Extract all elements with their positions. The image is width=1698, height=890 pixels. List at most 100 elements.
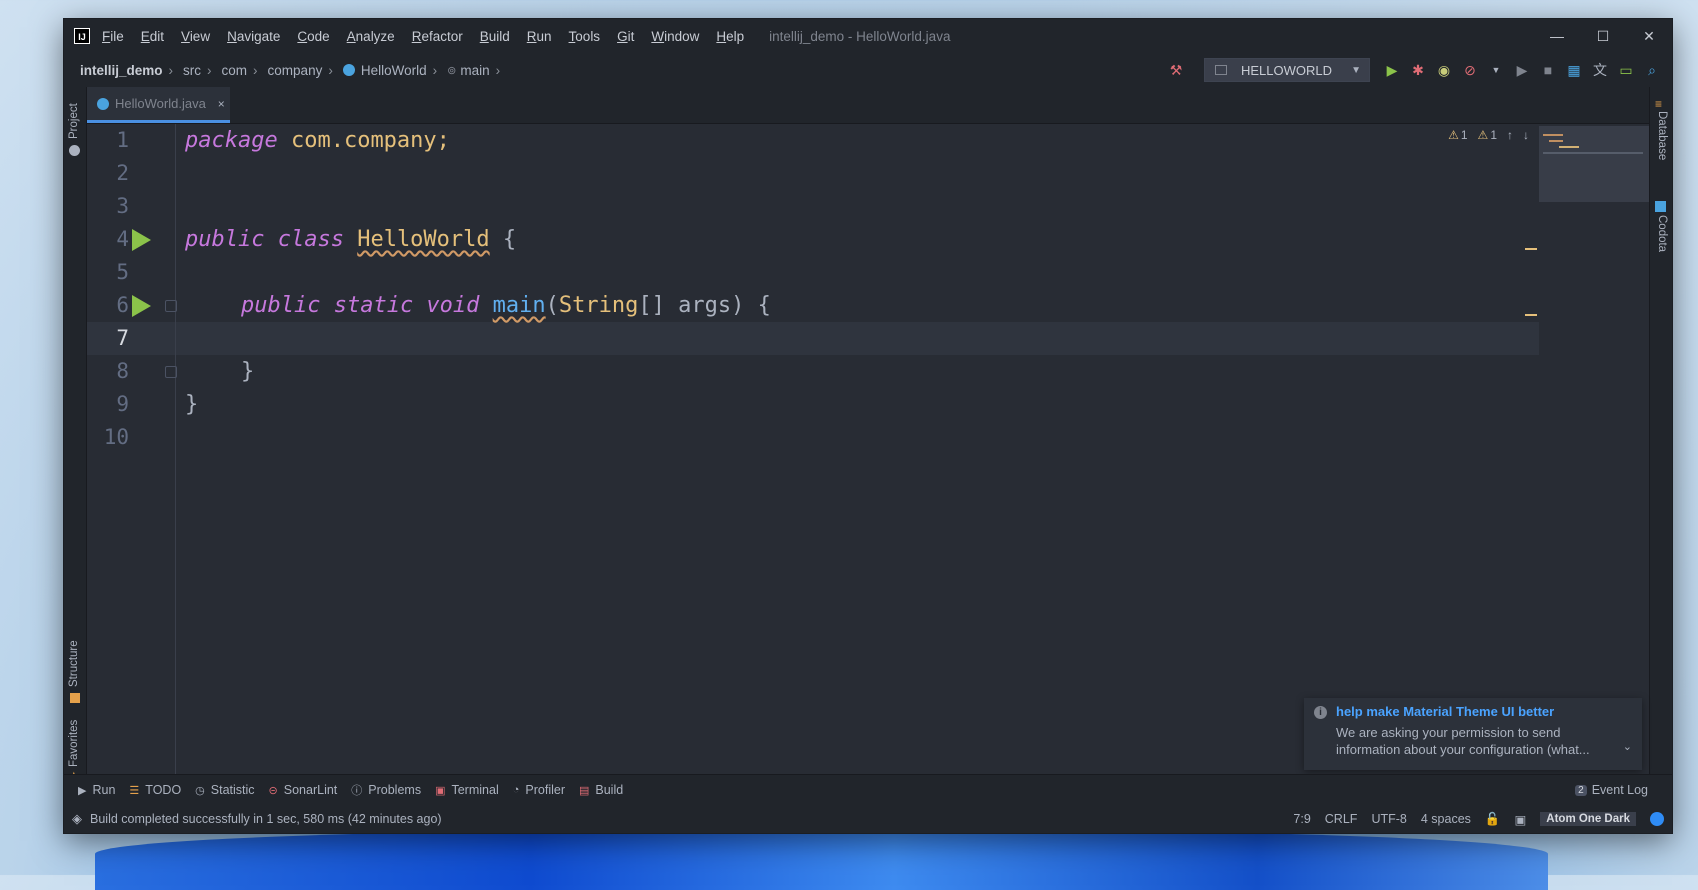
- event-log-button[interactable]: 2 Event Log: [1575, 775, 1648, 805]
- fold-marker-icon[interactable]: [165, 300, 177, 312]
- run-main-gutter-icon[interactable]: [132, 295, 151, 317]
- arrow-down-icon[interactable]: ↓: [1523, 128, 1529, 142]
- caret-position[interactable]: 7:9: [1293, 812, 1310, 826]
- run-icon[interactable]: ▶: [1380, 62, 1404, 79]
- statistic-icon: ◷: [195, 784, 205, 797]
- grid-layout-icon[interactable]: ▦: [1562, 62, 1586, 79]
- line-number-current: 7: [116, 326, 129, 350]
- build-icon: ▤: [578, 784, 590, 797]
- menu-code[interactable]: Code: [297, 29, 329, 44]
- run-config-icon: [1215, 65, 1227, 75]
- line-number: 1: [116, 128, 129, 152]
- project-tool-button[interactable]: Project: [68, 103, 80, 139]
- structure-tool-button[interactable]: Structure: [68, 640, 80, 687]
- menu-refactor[interactable]: Refactor: [412, 29, 463, 44]
- codota-icon: [1655, 201, 1666, 212]
- indent-setting[interactable]: 4 spaces: [1421, 812, 1471, 826]
- run-class-gutter-icon[interactable]: [132, 229, 151, 251]
- profile-icon[interactable]: ⊘: [1458, 62, 1482, 79]
- minimize-button[interactable]: —: [1534, 19, 1580, 53]
- menu-edit[interactable]: Edit: [141, 29, 164, 44]
- structure-icon: [70, 693, 80, 703]
- package-name: com.company: [290, 128, 437, 153]
- notification-balloon[interactable]: i help make Material Theme UI better We …: [1304, 698, 1642, 770]
- file-encoding[interactable]: UTF-8: [1371, 812, 1406, 826]
- warning-stripe-mark[interactable]: [1525, 314, 1537, 316]
- breadcrumb-company[interactable]: company: [268, 63, 323, 78]
- coverage-icon[interactable]: ◉: [1432, 62, 1456, 79]
- breadcrumb-helloworld[interactable]: HelloWorld: [361, 63, 427, 78]
- search-icon[interactable]: ⌕: [1640, 62, 1664, 79]
- status-message[interactable]: Build completed successfully in 1 sec, 5…: [90, 812, 442, 826]
- breadcrumb: intellij_demo › src › com › company › He…: [80, 63, 510, 78]
- favorites-tool-button[interactable]: Favorites: [68, 720, 80, 767]
- menu-navigate[interactable]: Navigate: [227, 29, 280, 44]
- tool-window-statistic[interactable]: ◷ Statistic: [195, 783, 254, 797]
- method-icon: ⊚: [447, 64, 457, 77]
- intellij-app-icon[interactable]: IJ: [74, 28, 90, 44]
- theme-name[interactable]: Atom One Dark: [1540, 812, 1636, 826]
- run-configuration-select[interactable]: HELLOWORLD ▼: [1204, 58, 1370, 82]
- lock-icon[interactable]: 🔓: [1485, 812, 1501, 827]
- layers-icon[interactable]: ◈: [72, 811, 82, 827]
- inspection-widget[interactable]: ⚠ 1 ⚠ 1 ↑ ↓: [1448, 128, 1539, 142]
- tool-window-problems[interactable]: ⓘ Problems: [351, 782, 421, 798]
- fold-marker-icon[interactable]: [165, 366, 177, 378]
- code-text: package com.company; public class HelloW…: [185, 124, 771, 417]
- build-hammer-icon[interactable]: ⚒: [1164, 62, 1188, 79]
- close-tab-icon[interactable]: ×: [218, 97, 225, 111]
- debug-bug-icon[interactable]: ✱: [1406, 62, 1430, 79]
- run-again-icon[interactable]: ▶: [1510, 62, 1534, 79]
- keyword: public class: [185, 227, 344, 252]
- minimap-line: [1543, 134, 1563, 136]
- tool-window-build[interactable]: ▤ Build: [579, 783, 623, 797]
- line-number: 10: [103, 425, 129, 449]
- tool-window-label: Statistic: [210, 783, 255, 797]
- title-bar: IJ File Edit View Navigate Code Analyze …: [64, 19, 1672, 53]
- breadcrumb-project[interactable]: intellij_demo: [80, 63, 163, 78]
- breadcrumb-com[interactable]: com: [222, 63, 248, 78]
- notification-title-link[interactable]: help make Material Theme UI better: [1336, 704, 1554, 719]
- breadcrumb-main[interactable]: main: [460, 63, 489, 78]
- tool-window-sonarlint[interactable]: ⊝ SonarLint: [269, 783, 338, 797]
- menu-git[interactable]: Git: [617, 29, 634, 44]
- tab-helloworld-java[interactable]: HelloWorld.java ×: [87, 87, 230, 123]
- menu-file[interactable]: File: [102, 29, 124, 44]
- menu-run[interactable]: Run: [527, 29, 552, 44]
- problems-icon: ⓘ: [351, 785, 363, 797]
- notification-dot-icon[interactable]: [1650, 812, 1664, 826]
- java-class-icon: [342, 64, 355, 76]
- theme-icon[interactable]: ▣: [1514, 812, 1526, 827]
- chevron-down-icon[interactable]: ▼: [1484, 65, 1508, 75]
- menu-window[interactable]: Window: [651, 29, 699, 44]
- menu-view[interactable]: View: [181, 29, 210, 44]
- minimap[interactable]: [1539, 126, 1649, 202]
- close-button[interactable]: ✕: [1626, 19, 1672, 53]
- codota-tool-button[interactable]: Codota: [1656, 215, 1668, 252]
- paren: (: [545, 293, 559, 318]
- warning-stripe-mark[interactable]: [1525, 248, 1537, 250]
- tool-window-run[interactable]: ▶ Run: [78, 783, 115, 797]
- terminal-icon[interactable]: ▭: [1614, 62, 1638, 79]
- translate-icon[interactable]: 文: [1588, 60, 1612, 80]
- line-separator[interactable]: CRLF: [1325, 812, 1358, 826]
- chevron-right-icon: ›: [207, 62, 212, 78]
- tool-window-todo[interactable]: ☰ TODO: [129, 783, 181, 797]
- menu-help[interactable]: Help: [716, 29, 744, 44]
- database-tool-button[interactable]: Database: [1656, 111, 1668, 160]
- menu-build[interactable]: Build: [480, 29, 510, 44]
- chevron-down-icon[interactable]: ⌄: [1623, 740, 1632, 753]
- keyword: package: [185, 128, 278, 153]
- breadcrumb-src[interactable]: src: [183, 63, 201, 78]
- tool-window-profiler[interactable]: ◔ Profiler: [513, 783, 565, 797]
- right-tool-strip: ≡ Database Codota: [1649, 87, 1672, 775]
- line-number: 9: [116, 392, 129, 416]
- arrow-up-icon[interactable]: ↑: [1507, 128, 1513, 142]
- maximize-button[interactable]: ☐: [1580, 19, 1626, 53]
- run-configuration-label: HELLOWORLD: [1241, 62, 1333, 78]
- code-editor[interactable]: 1 2 3 4 5 6 7 8 9 10 package com.company…: [87, 124, 1649, 775]
- tool-window-terminal[interactable]: ▣ Terminal: [435, 783, 499, 797]
- menu-analyze[interactable]: Analyze: [347, 29, 395, 44]
- stop-icon[interactable]: ■: [1536, 62, 1560, 78]
- menu-tools[interactable]: Tools: [569, 29, 601, 44]
